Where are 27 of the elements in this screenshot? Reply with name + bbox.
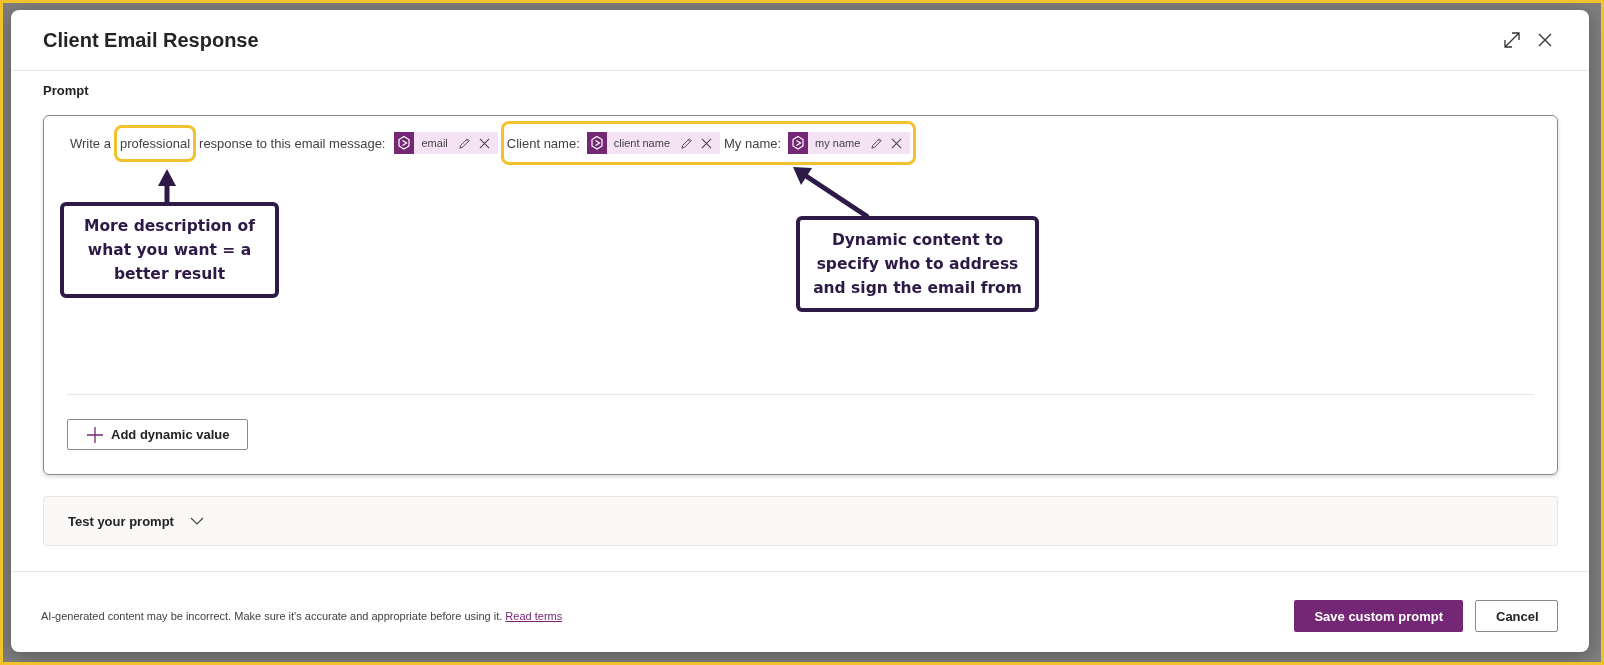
prompt-label: Prompt: [43, 83, 90, 98]
pencil-icon[interactable]: [680, 136, 694, 150]
prompt-text: My name:: [724, 135, 782, 151]
pencil-icon[interactable]: [457, 136, 471, 150]
close-icon[interactable]: [701, 137, 713, 149]
expand-icon[interactable]: [1503, 31, 1521, 49]
callout-box: More description of what you want = a better result: [60, 202, 279, 298]
prompt-text: response to this email message:: [199, 135, 386, 151]
dialog-title: Client Email Response: [43, 28, 259, 52]
test-prompt-title: Test your prompt: [68, 513, 174, 529]
pencil-icon[interactable]: [870, 136, 884, 150]
plus-icon: [87, 426, 103, 443]
callout-box: Dynamic content to specify who to address and sign the email from: [796, 216, 1039, 312]
arrow: [158, 169, 176, 203]
disclaimer-text: AI-generated content may be incorrect. Make sure it's accurate and appropriate before using it. Read terms: [41, 609, 563, 622]
chevron-icon[interactable]: [189, 517, 204, 525]
prompt-text: professional: [119, 135, 191, 151]
add-dynamic-value-button[interactable]: Add dynamic value: [67, 419, 249, 450]
close-icon[interactable]: [891, 137, 903, 149]
close-icon[interactable]: [478, 137, 490, 149]
prompt-text: Client name:: [506, 135, 580, 151]
save-custom-prompt-button[interactable]: Save custom prompt: [1294, 600, 1463, 632]
prompt-text: Write a: [70, 135, 111, 151]
read-terms-link[interactable]: Read terms: [505, 610, 563, 622]
test-prompt-panel[interactable]: Test your prompt: [43, 496, 1558, 546]
close-icon[interactable]: [1537, 32, 1553, 48]
cancel-button[interactable]: Cancel: [1475, 600, 1558, 632]
